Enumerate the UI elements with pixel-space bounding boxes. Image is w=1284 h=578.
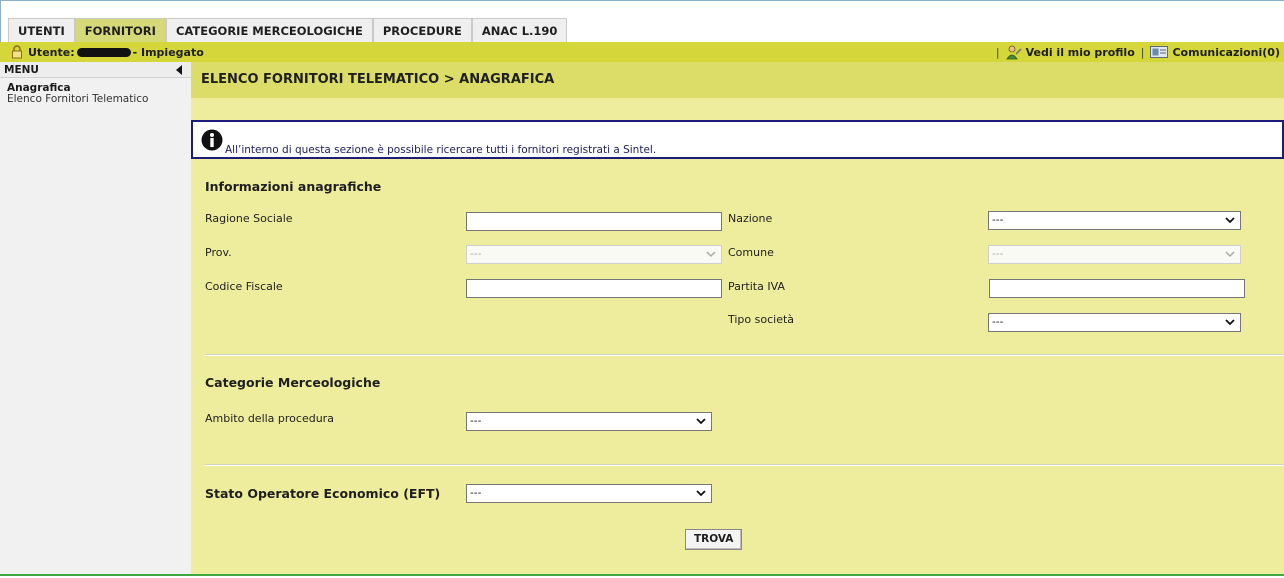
label-ragione-sociale: Ragione Sociale xyxy=(205,212,293,225)
stato-operatore-select[interactable]: --- xyxy=(466,484,712,503)
main-content: ELENCO FORNITORI TELEMATICO > ANAGRAFICA… xyxy=(191,62,1284,574)
menu-label: MENU xyxy=(4,64,39,76)
trova-button[interactable]: TROVA xyxy=(685,529,743,550)
section-divider xyxy=(205,464,1284,466)
chevron-down-icon xyxy=(696,490,706,497)
comune-selected: --- xyxy=(992,248,1004,260)
label-stato-operatore: Stato Operatore Economico (EFT) xyxy=(205,486,441,501)
separator: | xyxy=(995,45,1000,59)
codice-fiscale-input[interactable] xyxy=(466,279,722,298)
sidebar: Anagrafica Elenco Fornitori Telematico xyxy=(0,78,191,578)
label-tipo-societa: Tipo società xyxy=(728,313,795,326)
user-lock-icon xyxy=(12,45,22,59)
info-box: All’interno di questa sezione è possibil… xyxy=(191,120,1284,159)
ambito-selected: --- xyxy=(470,415,482,427)
tipo-societa-selected: --- xyxy=(992,316,1004,328)
profile-link-label: Vedi il mio profilo xyxy=(1025,45,1135,59)
chevron-down-icon xyxy=(706,251,716,258)
tab-anac[interactable]: ANAC L.190 xyxy=(471,18,568,43)
partita-iva-input[interactable] xyxy=(989,279,1245,298)
profile-icon xyxy=(1005,45,1022,59)
messages-link[interactable]: Comunicazioni(0) xyxy=(1150,46,1280,59)
prov-selected: --- xyxy=(470,248,482,260)
section-title-categorie: Categorie Merceologiche xyxy=(205,375,381,390)
chevron-down-icon xyxy=(1225,251,1235,258)
ragione-sociale-input[interactable] xyxy=(466,212,722,231)
tab-procedure[interactable]: PROCEDURE xyxy=(372,18,472,43)
sidebar-item-elenco-fornitori[interactable]: Elenco Fornitori Telematico xyxy=(7,93,148,105)
user-role: - Impiegato xyxy=(132,45,204,59)
footer-border xyxy=(0,574,1284,578)
chevron-down-icon xyxy=(1225,217,1235,224)
info-text: All’interno di questa sezione è possibil… xyxy=(225,144,657,156)
tab-fornitori[interactable]: FORNITORI xyxy=(74,18,166,43)
collapse-menu-icon[interactable] xyxy=(175,64,183,76)
label-partita-iva: Partita IVA xyxy=(728,280,785,293)
messages-link-label: Comunicazioni(0) xyxy=(1172,45,1280,59)
main-tabs: UTENTI FORNITORI CATEGORIE MERCEOLOGICHE… xyxy=(8,18,568,43)
section-title-anagrafica: Informazioni anagrafiche xyxy=(205,179,382,194)
messages-icon xyxy=(1150,46,1169,58)
label-ambito: Ambito della procedura xyxy=(205,412,334,425)
label-prov: Prov. xyxy=(205,246,232,259)
info-icon xyxy=(201,129,223,151)
stato-operatore-selected: --- xyxy=(470,487,482,499)
ambito-select[interactable]: --- xyxy=(466,412,712,431)
separator: | xyxy=(1140,45,1145,59)
profile-link[interactable]: Vedi il mio profilo xyxy=(1005,45,1135,60)
nazione-selected: --- xyxy=(992,214,1004,226)
user-bar: Utente: - Impiegato | Vedi il mio profil… xyxy=(0,42,1284,62)
user-label: Utente: xyxy=(28,45,75,59)
user-links: | Vedi il mio profilo | Comunicazioni(0) xyxy=(996,42,1280,62)
breadcrumb: ELENCO FORNITORI TELEMATICO > ANAGRAFICA xyxy=(191,62,1284,98)
redacted-username xyxy=(76,47,131,57)
prov-select: --- xyxy=(466,245,722,264)
section-divider xyxy=(205,354,1284,356)
nazione-select[interactable]: --- xyxy=(988,211,1241,230)
top-navigation: UTENTI FORNITORI CATEGORIE MERCEOLOGICHE… xyxy=(0,0,1284,43)
tipo-societa-select[interactable]: --- xyxy=(988,313,1241,332)
chevron-down-icon xyxy=(1225,319,1235,326)
label-codice-fiscale: Codice Fiscale xyxy=(205,280,283,293)
comune-select: --- xyxy=(988,245,1241,264)
tab-utenti[interactable]: UTENTI xyxy=(8,18,75,43)
label-comune: Comune xyxy=(728,246,774,259)
chevron-down-icon xyxy=(696,418,706,425)
tab-categorie-merceologiche[interactable]: CATEGORIE MERCEOLOGICHE xyxy=(165,18,373,43)
label-nazione: Nazione xyxy=(728,212,773,225)
menu-header: MENU xyxy=(0,62,191,78)
